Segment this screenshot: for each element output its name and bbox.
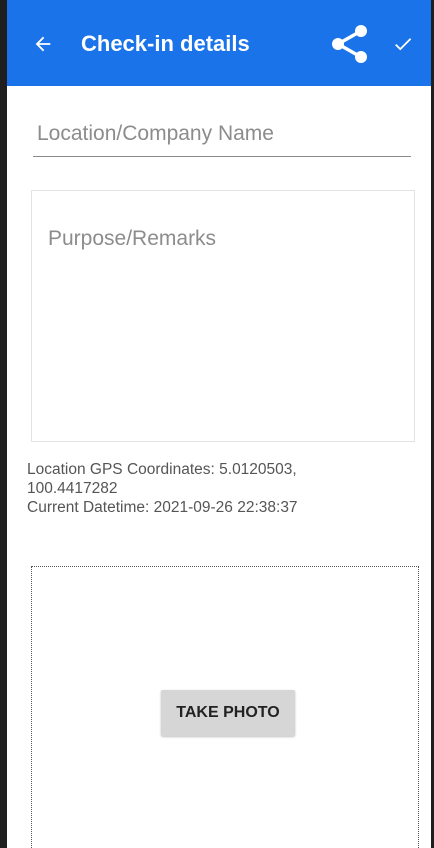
screen: Check-in details Location/Company Name P… xyxy=(0,0,434,848)
gps-coordinates-line1: Location GPS Coordinates: 5.0120503, xyxy=(27,461,297,478)
current-datetime: Current Datetime: 2021-09-26 22:38:37 xyxy=(27,499,298,516)
arrow-left-icon xyxy=(35,36,51,52)
share-icon xyxy=(332,25,367,63)
location-placeholder: Location/Company Name xyxy=(37,122,274,145)
page-title: Check-in details xyxy=(81,31,250,56)
confirm-button[interactable] xyxy=(383,24,423,64)
back-button[interactable] xyxy=(29,24,57,64)
take-photo-button[interactable]: TAKE PHOTO xyxy=(161,690,295,736)
location-info: Location GPS Coordinates: 5.0120503, 100… xyxy=(27,460,407,517)
remarks-placeholder: Purpose/Remarks xyxy=(48,227,217,250)
location-company-name-field[interactable]: Location/Company Name xyxy=(33,116,411,157)
purpose-remarks-field[interactable]: Purpose/Remarks xyxy=(31,190,415,442)
share-button[interactable] xyxy=(327,22,371,66)
app-bar: Check-in details xyxy=(7,0,431,86)
gps-coordinates-line2: 100.4417282 xyxy=(27,480,118,497)
checkmark-icon xyxy=(395,38,412,51)
